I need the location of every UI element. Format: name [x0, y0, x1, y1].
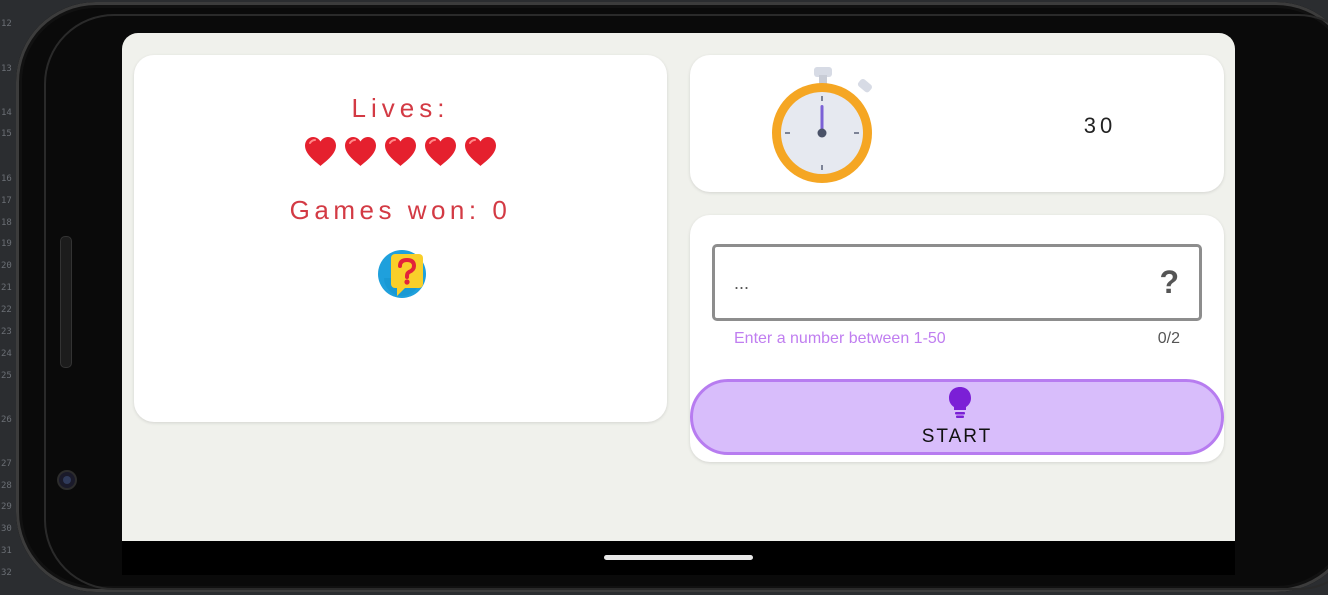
- stopwatch-icon: [772, 67, 872, 183]
- timer-value: 30: [1083, 113, 1117, 138]
- line-number: 24: [1, 349, 12, 359]
- line-number: 19: [1, 239, 12, 249]
- hearts-row: [134, 135, 667, 167]
- line-number: 20: [1, 261, 12, 271]
- home-gesture-handle[interactable]: [604, 555, 753, 560]
- device-side-button: [60, 236, 72, 368]
- line-number: 18: [1, 218, 12, 228]
- line-number: 23: [1, 327, 12, 337]
- front-camera: [57, 470, 77, 490]
- line-number: 13: [1, 64, 12, 74]
- question-mark-icon: ?: [1159, 264, 1179, 300]
- line-number: 17: [1, 196, 12, 206]
- editor-line-gutter: 12 13 14 15 16 17 18 19 20 21 22 23 24 2…: [0, 0, 14, 595]
- start-button[interactable]: START: [690, 379, 1224, 455]
- line-number: 30: [1, 524, 12, 534]
- line-number: 31: [1, 546, 12, 556]
- system-navigation-bar: [122, 541, 1235, 575]
- guess-input-card: ... ? Enter a number between 1-50 0/2 ST…: [690, 215, 1224, 462]
- line-number: 16: [1, 174, 12, 184]
- line-number: 22: [1, 305, 12, 315]
- lives-card: Lives: Games won: 0: [134, 55, 667, 422]
- heart-icon: [425, 137, 456, 166]
- guess-input-value: ...: [734, 273, 750, 293]
- heart-icon: [305, 137, 336, 166]
- line-number: 14: [1, 108, 12, 118]
- line-number: 15: [1, 129, 12, 139]
- line-number: 26: [1, 415, 12, 425]
- games-won-label: Games won: 0: [289, 195, 512, 225]
- input-character-counter: 0/2: [1157, 330, 1180, 347]
- lives-title: Lives:: [351, 93, 450, 123]
- start-button-label: START: [921, 426, 993, 447]
- question-bubble-icon: [378, 250, 426, 298]
- heart-icon: [385, 137, 416, 166]
- help-button[interactable]: [376, 248, 428, 300]
- heart-icon: [465, 137, 496, 166]
- line-number: 25: [1, 371, 12, 381]
- line-number: 27: [1, 459, 12, 469]
- lightbulb-icon: [949, 387, 971, 418]
- app-screen: Lives: Games won: 0 30 ... ? Enter a num…: [122, 33, 1235, 541]
- line-number: 21: [1, 283, 12, 293]
- line-number: 28: [1, 481, 12, 491]
- line-number: 12: [1, 19, 12, 29]
- line-number: 29: [1, 502, 12, 512]
- timer-card: 30: [690, 55, 1224, 192]
- heart-icon: [345, 137, 376, 166]
- line-number: 32: [1, 568, 12, 578]
- input-helper-text: Enter a number between 1-50: [734, 330, 946, 347]
- guess-input-field[interactable]: ... ?: [712, 244, 1202, 321]
